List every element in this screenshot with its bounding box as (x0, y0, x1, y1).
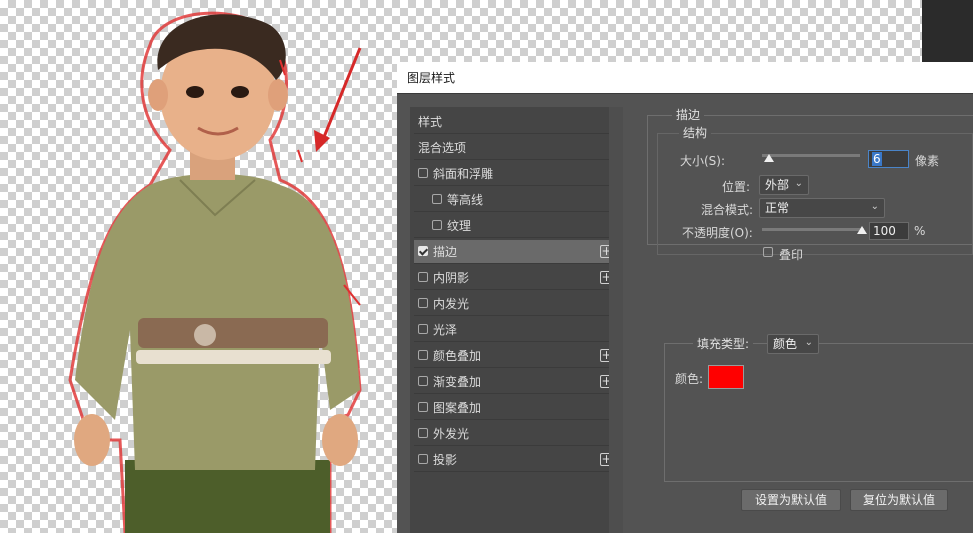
style-item-label: 斜面和浮雕 (433, 167, 494, 181)
style-item[interactable]: 渐变叠加 + (414, 370, 619, 394)
overprint-checkbox[interactable] (763, 247, 773, 257)
style-item[interactable]: 混合选项 (414, 136, 619, 160)
arrow-annotation-icon (314, 47, 362, 152)
checkbox-icon[interactable] (418, 428, 428, 438)
style-item-label: 渐变叠加 (433, 375, 482, 389)
make-default-button[interactable]: 设置为默认值 (741, 489, 841, 511)
position-select[interactable]: 外部 ⌄ (759, 175, 809, 195)
style-item[interactable]: 内阴影 + (414, 266, 619, 290)
layer-style-dialog: 图层样式 样式 混合选项 斜面和浮雕 等高线 纹理 描边 + 内阴影 + 内发光 光泽 颜色叠加 + 渐变… (397, 62, 973, 533)
stroke-section-title: 描边 (672, 106, 705, 123)
fill-type-label: 填充类型: (693, 335, 754, 352)
checkbox-icon[interactable] (432, 220, 442, 230)
style-item-label: 混合选项 (418, 141, 467, 155)
fill-type-select[interactable]: 颜色 ⌄ (767, 334, 819, 354)
style-item[interactable]: 光泽 (414, 318, 619, 342)
style-item-label: 纹理 (447, 219, 472, 233)
opacity-slider[interactable] (762, 228, 864, 231)
color-label: 颜色: (675, 372, 704, 386)
opacity-input[interactable]: 100 (869, 222, 909, 240)
reset-default-button[interactable]: 复位为默认值 (850, 489, 948, 511)
checkbox-icon[interactable] (432, 194, 442, 204)
style-item[interactable]: 投影 + (414, 448, 619, 472)
structure-title: 结构 (679, 124, 712, 141)
color-swatch[interactable] (708, 365, 744, 389)
style-item-label: 描边 (433, 245, 458, 259)
style-item-label: 内发光 (433, 297, 470, 311)
chevron-down-icon: ⌄ (870, 201, 879, 212)
style-item-label: 颜色叠加 (433, 349, 482, 363)
slider-thumb-icon[interactable] (764, 154, 774, 162)
style-item-label: 图案叠加 (433, 401, 482, 415)
background-panel (922, 0, 973, 62)
style-list-scrollbar[interactable] (609, 107, 623, 533)
slider-thumb-icon[interactable] (857, 226, 867, 234)
style-item-label: 光泽 (433, 323, 458, 337)
style-list: 样式混合选项斜面和浮雕等高线纹理描边 + 内阴影 + 内发光光泽颜色叠加 + 渐变叠加 + 图案… (410, 107, 623, 533)
checkbox-icon[interactable] (418, 324, 428, 334)
style-item-label: 外发光 (433, 427, 470, 441)
style-item[interactable]: 纹理 (414, 214, 619, 238)
style-item-label: 内阴影 (433, 271, 470, 285)
checkbox-icon[interactable] (418, 376, 428, 386)
style-item[interactable]: 内发光 (414, 292, 619, 316)
checkbox-icon[interactable] (418, 272, 428, 282)
checkbox-icon[interactable] (418, 298, 428, 308)
checkbox-icon[interactable] (418, 402, 428, 412)
fill-group-box (664, 343, 973, 482)
blend-mode-value: 正常 (765, 201, 790, 215)
style-item[interactable]: 外发光 (414, 422, 619, 446)
style-item[interactable]: 等高线 (414, 188, 619, 212)
opacity-label: 不透明度(O): (682, 226, 753, 240)
position-label: 位置: (722, 180, 751, 194)
size-unit: 像素 (915, 154, 940, 168)
style-item-label: 等高线 (447, 193, 484, 207)
opacity-unit: % (914, 224, 926, 238)
checkbox-icon[interactable] (418, 454, 428, 464)
checkbox-icon[interactable] (418, 350, 428, 360)
blend-mode-select[interactable]: 正常 ⌄ (759, 198, 885, 218)
overprint-label: 叠印 (779, 248, 804, 262)
chevron-down-icon: ⌄ (804, 337, 813, 348)
style-item[interactable]: 样式 (414, 110, 619, 134)
chevron-down-icon: ⌄ (794, 178, 803, 189)
style-item[interactable]: 描边 + (414, 240, 619, 264)
size-label: 大小(S): (680, 154, 726, 168)
style-item-label: 投影 (433, 453, 458, 467)
checkbox-icon[interactable] (418, 246, 428, 256)
fill-type-value: 颜色 (773, 337, 798, 351)
checkbox-icon[interactable] (418, 168, 428, 178)
style-item-label: 样式 (418, 115, 443, 129)
stroke-settings-panel: 描边 结构 大小(S): 6 像素 位置: 外部 ⌄ 混合模式: 正常 ⌄ 不透… (637, 94, 973, 533)
style-item[interactable]: 斜面和浮雕 (414, 162, 619, 186)
style-item[interactable]: 图案叠加 (414, 396, 619, 420)
size-slider[interactable] (762, 154, 860, 157)
character-image (68, 11, 362, 533)
dialog-title: 图层样式 (397, 62, 973, 94)
position-value: 外部 (765, 178, 790, 192)
size-input[interactable]: 6 (868, 150, 909, 168)
blend-mode-label: 混合模式: (701, 203, 754, 217)
style-item[interactable]: 颜色叠加 + (414, 344, 619, 368)
